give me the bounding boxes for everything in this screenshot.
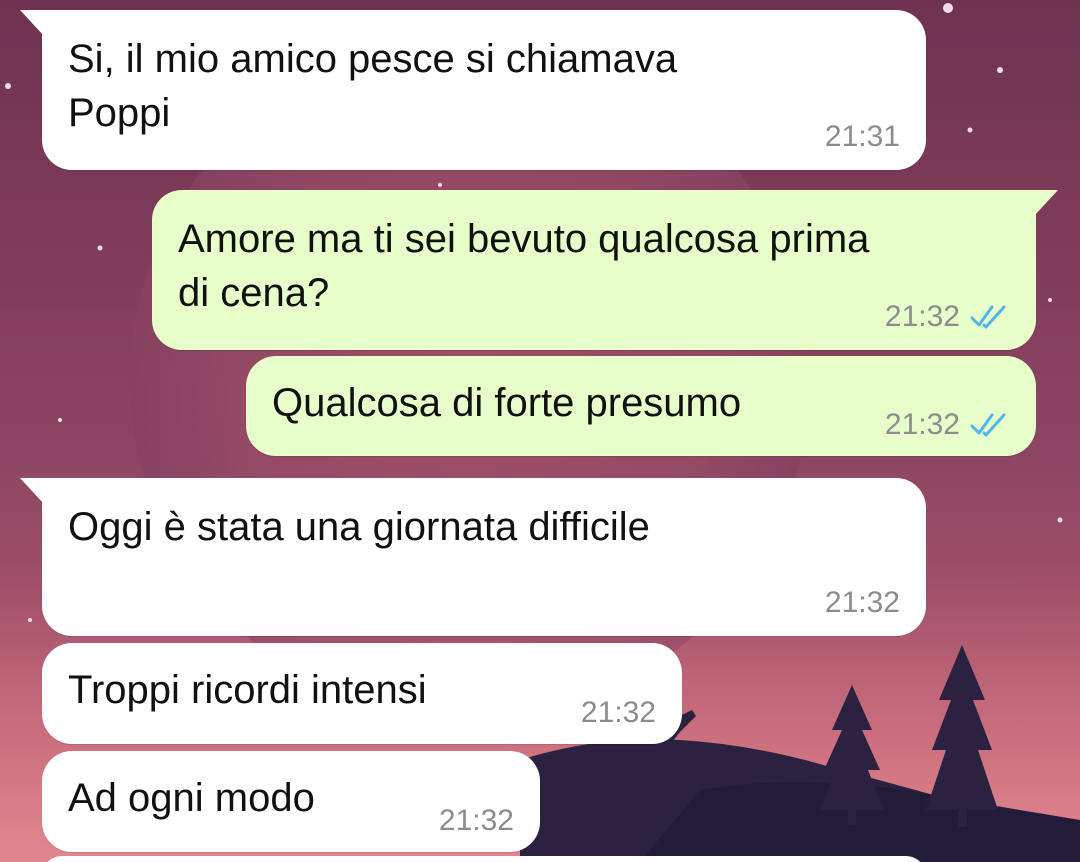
message-bubble-outgoing[interactable]: Qualcosa di forte presumo 21:32 (246, 356, 1036, 456)
message-bubble-incoming[interactable]: Troppi ricordi intensi 21:32 (42, 643, 682, 744)
message-text: Si, il mio amico pesce si chiamava Poppi (68, 37, 678, 135)
message-meta: 21:31 (825, 120, 900, 154)
message-timestamp: 21:32 (824, 586, 900, 619)
message-timestamp: 21:32 (884, 408, 960, 441)
double-check-icon (970, 305, 1006, 329)
message-meta: 21:32 (885, 408, 1010, 442)
message-bubble-incoming[interactable]: Si, il mio amico pesce si chiamava Poppi… (20, 10, 926, 170)
message-meta: 21:32 (439, 804, 514, 838)
message-timestamp: 21:32 (580, 696, 656, 729)
message-meta: 21:32 (825, 586, 900, 620)
message-text: Ad ogni modo (68, 776, 315, 820)
message-bubble-incoming[interactable]: Oggi è stata una giornata difficile 21:3… (20, 478, 926, 636)
message-bubble-outgoing[interactable]: Amore ma ti sei bevuto qualcosa prima di… (152, 190, 1058, 350)
double-check-icon (970, 413, 1006, 437)
message-text: Amore ma ti sei bevuto qualcosa prima di… (178, 217, 870, 315)
message-timestamp: 21:31 (824, 120, 900, 153)
message-bubble-incoming[interactable]: Ad ogni modo 21:32 (42, 751, 540, 852)
message-meta: 21:32 (581, 696, 656, 730)
message-timestamp: 21:32 (884, 300, 960, 333)
message-meta: 21:32 (885, 300, 1010, 334)
message-text: Troppi ricordi intensi (68, 668, 427, 712)
message-text: Qualcosa di forte presumo (272, 381, 742, 425)
message-timestamp: 21:32 (438, 804, 514, 837)
message-bubble-incoming-partial[interactable] (42, 856, 926, 862)
message-text: Oggi è stata una giornata difficile (68, 505, 650, 549)
